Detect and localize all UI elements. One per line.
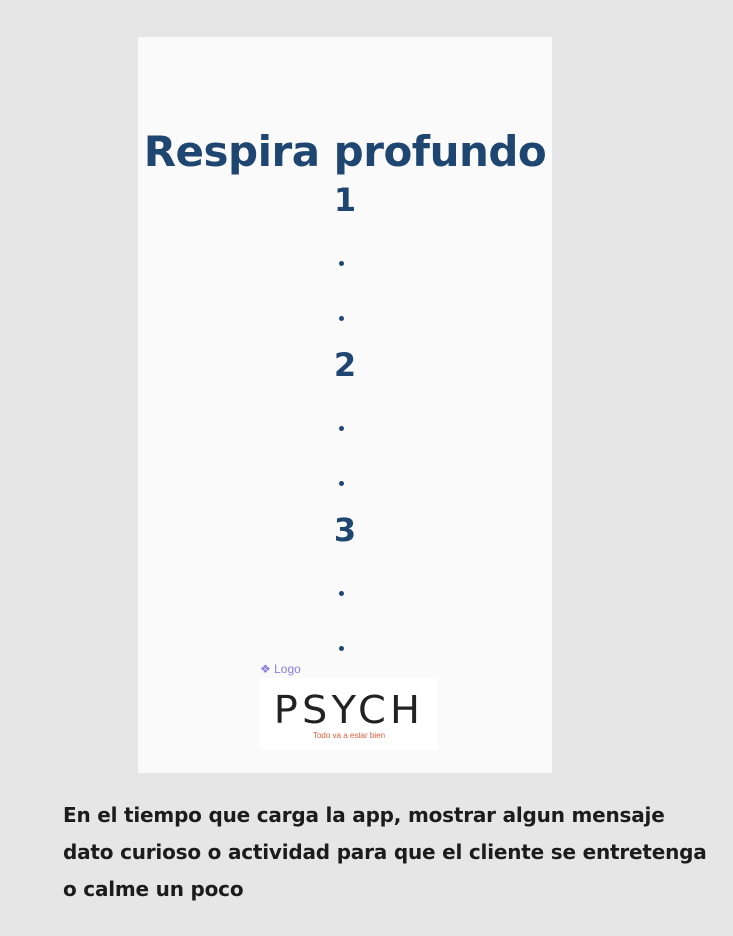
- annotation-line: dato curioso o actividad para que el cli…: [63, 840, 707, 864]
- breathing-title: Respira profundo: [143, 127, 547, 176]
- logo-tagline: Todo va a estar bien: [312, 731, 386, 740]
- loading-screen-frame: Respira profundo 1 2 3 ❖ Logo PSYCH Todo…: [138, 37, 552, 773]
- count-three: 3: [333, 511, 357, 549]
- pause-dot: [339, 591, 344, 596]
- pause-dot: [339, 481, 344, 486]
- annotation-line: En el tiempo que carga la app, mostrar a…: [63, 803, 665, 827]
- pause-dot: [339, 426, 344, 431]
- logo-component-label: ❖ Logo: [260, 662, 301, 676]
- pause-dot: [339, 261, 344, 266]
- logo-wordmark: PSYCH: [273, 688, 425, 732]
- psych-logo: PSYCH Todo va a estar bien: [260, 678, 438, 750]
- design-annotation: En el tiempo que carga la app, mostrar a…: [63, 797, 723, 908]
- count-one: 1: [333, 181, 357, 219]
- annotation-line: o calme un poco: [63, 877, 244, 901]
- count-two: 2: [333, 346, 357, 384]
- pause-dot: [339, 646, 344, 651]
- pause-dot: [339, 316, 344, 321]
